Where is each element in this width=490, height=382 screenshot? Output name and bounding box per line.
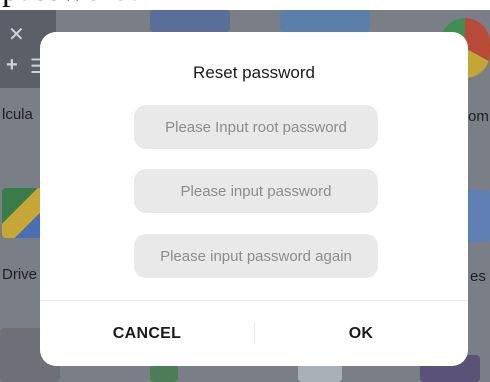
app-tile xyxy=(150,365,178,382)
new-password-input[interactable] xyxy=(134,169,378,213)
files-app-icon xyxy=(466,190,490,242)
close-icon: ✕ xyxy=(8,24,25,46)
app-tile xyxy=(280,10,370,32)
app-tile xyxy=(150,10,230,32)
add-icon: + xyxy=(6,54,18,76)
confirm-password-input[interactable] xyxy=(134,234,378,278)
cancel-button[interactable]: CANCEL xyxy=(40,302,254,366)
app-label-calculator: lcula xyxy=(2,106,33,123)
drive-app-icon xyxy=(2,188,42,238)
root-password-input[interactable] xyxy=(134,105,378,149)
ok-button[interactable]: OK xyxy=(254,302,468,366)
app-label-files: es xyxy=(470,268,486,285)
dialog-title: Reset password xyxy=(193,63,315,82)
app-label-chrome: om xyxy=(468,108,489,125)
reset-password-dialog: Reset password CANCEL OK xyxy=(40,32,468,366)
button-divider xyxy=(40,300,468,301)
screen: password. ✕ + ☰ lcula om Drive es Reset … xyxy=(0,0,490,382)
app-label-drive: Drive xyxy=(2,266,38,283)
caption-text: password. xyxy=(0,0,490,10)
